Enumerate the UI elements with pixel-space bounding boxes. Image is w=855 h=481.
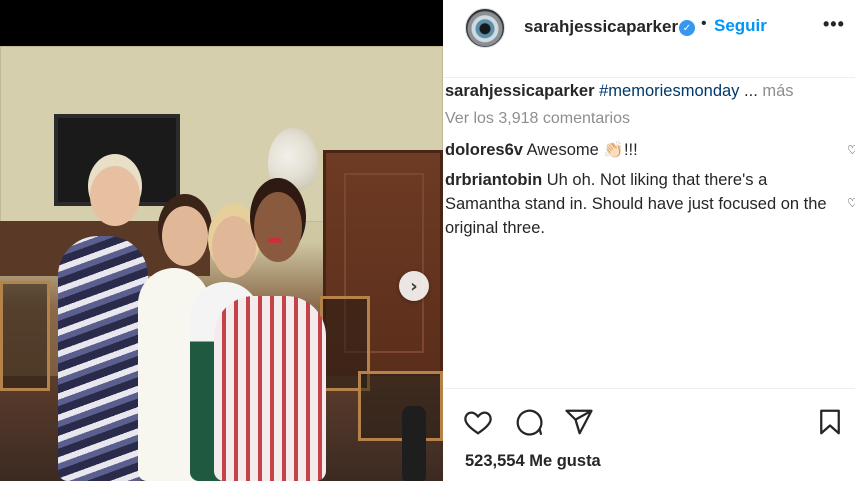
caption-more-link[interactable]: más bbox=[762, 82, 793, 100]
post-caption: sarahjessicaparker #memoriesmonday ... m… bbox=[445, 80, 794, 102]
person-figure bbox=[58, 236, 148, 481]
comment-like-heart-icon[interactable]: ♡ bbox=[847, 196, 855, 210]
save-bookmark-icon[interactable] bbox=[815, 407, 845, 437]
person-head bbox=[212, 216, 256, 278]
person-figure bbox=[214, 296, 326, 481]
director-chair bbox=[358, 371, 443, 441]
caption-ellipsis: ... bbox=[744, 82, 758, 100]
more-options-icon[interactable]: ••• bbox=[823, 14, 845, 35]
comment: dolores6v Awesome 👏🏻!!! bbox=[445, 138, 840, 162]
follow-button[interactable]: Seguir bbox=[714, 16, 767, 36]
comment-like-heart-icon[interactable]: ♡ bbox=[847, 143, 855, 157]
lips bbox=[268, 238, 282, 243]
like-count[interactable]: 523,554 Me gusta bbox=[465, 452, 601, 471]
next-photo-button[interactable]: › bbox=[399, 271, 429, 301]
view-all-comments-link[interactable]: Ver los 3,918 comentarios bbox=[445, 110, 630, 128]
photo-scene bbox=[0, 46, 443, 481]
like-heart-icon[interactable] bbox=[463, 407, 493, 437]
avatar[interactable] bbox=[465, 8, 505, 48]
header-username[interactable]: sarahjessicaparker bbox=[524, 17, 678, 37]
verified-badge-icon: ✓ bbox=[679, 20, 695, 36]
comment-username[interactable]: dolores6v bbox=[445, 141, 523, 159]
person-head bbox=[90, 166, 140, 226]
post-details-panel: sarahjessicaparker ✓ • Seguir ••• sarahj… bbox=[443, 0, 855, 481]
post-photo[interactable]: › bbox=[0, 0, 443, 481]
caption-hashtag[interactable]: #memoriesmonday bbox=[599, 82, 739, 100]
person-head bbox=[162, 206, 208, 266]
chevron-right-icon: › bbox=[410, 275, 418, 297]
post-actions-bar: 523,554 Me gusta bbox=[443, 388, 855, 481]
comment: drbriantobin Uh oh. Not liking that ther… bbox=[445, 168, 840, 240]
caption-username[interactable]: sarahjessicaparker bbox=[445, 82, 595, 100]
clap-emoji-icon: 👏🏻 bbox=[603, 141, 624, 159]
comment-icon[interactable] bbox=[514, 407, 544, 437]
comment-text: Awesome bbox=[526, 141, 599, 159]
director-chair bbox=[0, 281, 50, 391]
person-head bbox=[254, 192, 302, 262]
share-icon[interactable] bbox=[564, 407, 594, 437]
flower-arrangement bbox=[268, 128, 318, 198]
comment-suffix: !!! bbox=[623, 141, 638, 159]
post-header: sarahjessicaparker ✓ • Seguir ••• bbox=[443, 0, 855, 78]
comment-username[interactable]: drbriantobin bbox=[445, 171, 542, 189]
separator-dot: • bbox=[701, 15, 707, 32]
water-bottle bbox=[402, 406, 426, 481]
